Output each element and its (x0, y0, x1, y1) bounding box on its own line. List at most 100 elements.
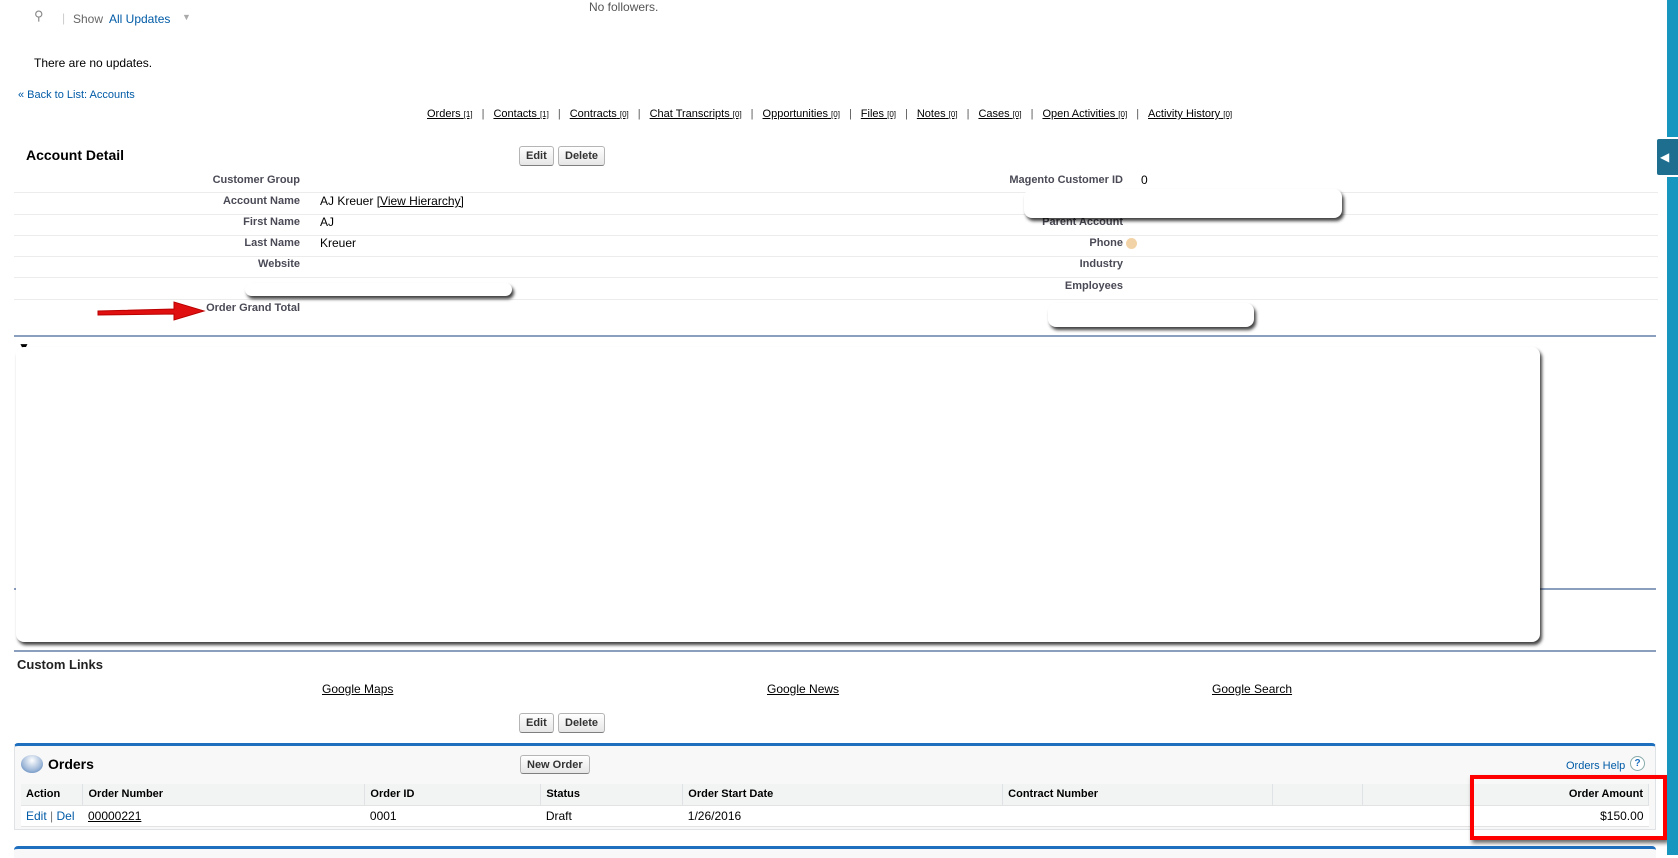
order-start-date: 1/26/2016 (682, 805, 1003, 827)
link-label: Contracts (569, 108, 617, 120)
related-link-files[interactable]: Files [0] (861, 108, 896, 120)
link-count: [0] (1012, 110, 1022, 119)
field-value: Kreuer (320, 236, 356, 250)
edit-button[interactable]: Edit (519, 713, 554, 733)
field-label: Order Grand Total (206, 302, 300, 314)
related-link-opportunities[interactable]: Opportunities [0] (763, 108, 840, 120)
related-link-notes[interactable]: Notes [0] (917, 108, 958, 120)
link-label: Files (860, 108, 885, 120)
link-count: [0] (619, 110, 629, 119)
delete-button[interactable]: Delete (558, 713, 606, 733)
divider: | (848, 108, 852, 120)
link-count: [0] (831, 110, 840, 119)
link-count: [1] (539, 110, 549, 119)
field-label: Magento Customer ID (1009, 174, 1123, 186)
redacted-box (1048, 303, 1254, 327)
related-link-orders[interactable]: Orders [1] (427, 108, 473, 120)
column-header[interactable] (1272, 784, 1364, 806)
show-label: Show (73, 12, 104, 26)
related-link-open-activities[interactable]: Open Activities [0] (1042, 108, 1127, 120)
custom-links-title: Custom Links (17, 657, 103, 672)
view-hierarchy-link[interactable]: [View Hierarchy] (377, 194, 464, 208)
google-search-link[interactable]: Google Search (1212, 682, 1292, 696)
table-row: Edit | Del 00000221 0001 Draft 1/26/2016 $150… (21, 805, 1649, 827)
red-arrow-annotation (97, 301, 206, 321)
field-label: Last Name (244, 237, 300, 249)
row-divider (14, 277, 1658, 278)
divider: | (905, 108, 908, 120)
edit-link[interactable]: Edit (26, 809, 47, 823)
row-divider (14, 214, 1658, 215)
new-order-button[interactable]: New Order (520, 755, 590, 774)
orders-title: Orders (48, 756, 94, 772)
redacted-box (245, 283, 512, 296)
empty-cell (1272, 805, 1363, 827)
orders-related-list: Orders New Order Orders Help ? Action Ord… (14, 743, 1656, 830)
divider: | (557, 108, 561, 120)
link-label: Notes (916, 108, 946, 120)
link-label: Open Activities (1042, 108, 1116, 120)
related-link-activity-history[interactable]: Activity History [0] (1148, 108, 1232, 120)
field-label: Phone (1089, 237, 1123, 249)
redacted-box (1024, 189, 1342, 218)
sidebar-scrollbar[interactable] (1667, 0, 1678, 855)
divider: | (481, 108, 485, 120)
delete-button[interactable]: Delete (558, 146, 606, 166)
edit-button[interactable]: Edit (519, 146, 554, 166)
related-list-links: Orders [1] | Contacts [1] | Contracts [0] | Ch… (427, 108, 1232, 120)
highlight-box (1470, 775, 1667, 840)
google-news-link[interactable]: Google News (767, 682, 839, 696)
orders-table: Action Order Number Order ID Status Order St… (21, 784, 1649, 827)
link-count: [0] (1223, 110, 1233, 119)
divider: | (966, 108, 970, 120)
column-header[interactable]: Status (540, 784, 684, 806)
link-count: [1] (463, 110, 473, 119)
column-header[interactable]: Contract Number (1002, 784, 1274, 806)
field-label: First Name (243, 216, 300, 228)
help-icon[interactable]: ? (1630, 756, 1645, 771)
back-to-list-link[interactable]: « Back to List: Accounts (18, 89, 135, 101)
sidebar-toggle[interactable]: ◀ (1655, 137, 1678, 177)
feed-filter-dropdown[interactable]: All Updates (109, 12, 170, 26)
link-count: [0] (1118, 110, 1128, 119)
link-label: Orders (427, 108, 461, 120)
link-count: [0] (948, 110, 958, 119)
order-id: 0001 (364, 805, 541, 827)
value-text: AJ Kreuer (320, 194, 374, 208)
related-link-chat-transcripts[interactable]: Chat Transcripts [0] (650, 108, 742, 120)
divider: | (1030, 108, 1034, 120)
divider: | (637, 108, 641, 120)
related-link-contracts[interactable]: Contracts [0] (570, 108, 629, 120)
del-link[interactable]: Del (57, 809, 75, 823)
no-followers-text: No followers. (589, 0, 659, 14)
related-link-cases[interactable]: Cases [0] (978, 108, 1021, 120)
link-count: [0] (732, 110, 742, 119)
orders-help-link[interactable]: Orders Help (1566, 760, 1625, 772)
status: Draft (540, 805, 683, 827)
field-value: AJ (320, 215, 334, 229)
divider: | (750, 108, 754, 120)
chevron-down-icon[interactable]: ▼ (182, 12, 191, 22)
link-label: Cases (978, 108, 1010, 120)
row-divider (14, 192, 1658, 193)
column-header[interactable]: Order ID (364, 784, 542, 806)
chevron-left-icon: ◀ (1660, 150, 1670, 164)
column-header[interactable]: Order Start Date (682, 784, 1004, 806)
related-link-contacts[interactable]: Contacts [1] (493, 108, 548, 120)
field-value: 0 (1141, 173, 1148, 187)
orders-icon (21, 755, 43, 773)
google-maps-link[interactable]: Google Maps (322, 682, 393, 696)
divider: | (62, 11, 66, 25)
contract-number (1002, 805, 1273, 827)
link-label: Opportunities (762, 108, 828, 120)
row-divider (14, 256, 1658, 257)
search-icon[interactable]: ⚲ (34, 8, 44, 24)
column-header[interactable]: Action (21, 784, 84, 806)
action-cell: Edit | Del (21, 805, 83, 827)
order-number-link[interactable]: 00000221 (88, 809, 141, 823)
redacted-box (16, 347, 1540, 642)
link-count: [0] (887, 110, 896, 119)
help-icon[interactable] (1126, 238, 1137, 249)
link-label: Chat Transcripts (649, 108, 730, 120)
column-header[interactable]: Order Number (82, 784, 366, 806)
